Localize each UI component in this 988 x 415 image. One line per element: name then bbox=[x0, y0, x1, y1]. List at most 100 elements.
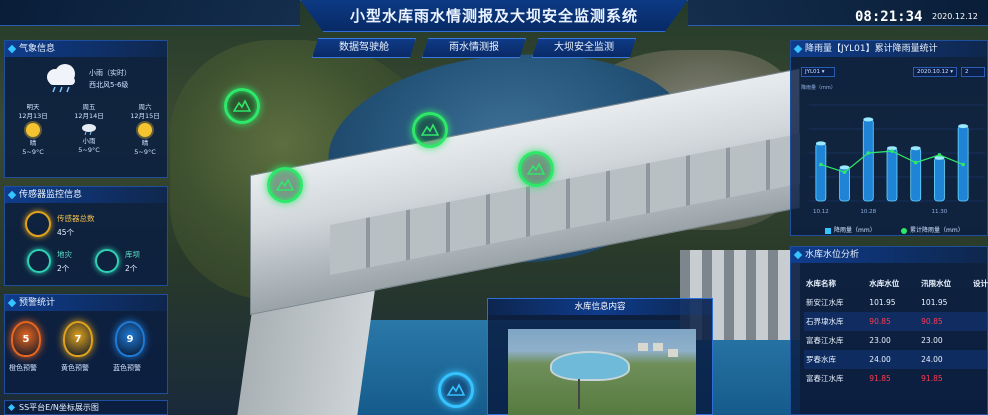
legend-swatch bbox=[825, 227, 831, 234]
cumulative-point[interactable] bbox=[937, 153, 942, 157]
table-row[interactable]: 石界埭水库 90.85 90.85 bbox=[804, 312, 988, 331]
clock-date: 2020.12.12 bbox=[932, 12, 978, 21]
row-limit: 90.85 bbox=[919, 312, 972, 331]
building-shape bbox=[638, 343, 648, 351]
rainfall-bar[interactable] bbox=[886, 147, 898, 202]
weather-now-text: 小雨（实时） 西北风5-6级 bbox=[89, 67, 131, 91]
row-name: 罗春水库 bbox=[804, 350, 868, 369]
cumulative-point[interactable] bbox=[913, 160, 918, 165]
cumulative-point[interactable] bbox=[842, 170, 847, 174]
tab-data-cockpit[interactable]: 数据驾驶舱 bbox=[312, 38, 416, 58]
yellow-alarm-badge[interactable]: 7 bbox=[63, 321, 93, 357]
sensor-panel-title: 传感器监控信息 bbox=[5, 187, 167, 203]
row-design bbox=[971, 350, 988, 369]
row-name: 富春江水库 bbox=[806, 374, 844, 383]
clock-time: 08:21:34 bbox=[855, 9, 923, 25]
row-level: 23.00 bbox=[869, 336, 891, 345]
weather-forecast: 明天 12月13日 晴 5~9°C 周五 12月14日 小雨 5~9°C 周六 … bbox=[9, 103, 169, 157]
row-design bbox=[971, 293, 988, 312]
column-header: 汛限水位 bbox=[921, 279, 952, 288]
cumulative-point[interactable] bbox=[961, 162, 965, 167]
water-level-table: 水库名称 水库水位 汛限水位 设计 新安江水库 101.95 101.95 石界埭水库… bbox=[804, 274, 988, 388]
weather-now-condition: 小雨（实时） bbox=[89, 69, 131, 77]
date-to-select-value: 2 bbox=[965, 69, 969, 75]
poi-marker-blue-icon[interactable] bbox=[438, 372, 474, 408]
cumulative-point[interactable] bbox=[890, 149, 894, 153]
table-header-row: 水库名称 水库水位 汛限水位 设计 bbox=[804, 274, 988, 293]
poi-marker-icon[interactable] bbox=[267, 167, 303, 203]
sensor-item-label: 库坝 bbox=[125, 250, 140, 259]
rainfall-bar-cap bbox=[910, 146, 921, 151]
x-tick-label: 10.28 bbox=[860, 209, 876, 215]
rainfall-bar[interactable] bbox=[815, 143, 827, 202]
x-tick-label: 10.12 bbox=[813, 209, 829, 215]
table-row[interactable]: 富春江水库 23.00 23.00 bbox=[804, 331, 988, 350]
date-select[interactable]: 2020.10.12 ▾ bbox=[913, 67, 957, 77]
forecast-day: 明天 12月13日 晴 5~9°C bbox=[9, 103, 57, 157]
rainfall-bar-cap bbox=[863, 117, 874, 122]
cumulative-point[interactable] bbox=[819, 162, 823, 167]
main-nav: 数据驾驶舱 雨水情测报 大坝安全监测 bbox=[312, 38, 636, 58]
table-row[interactable]: 富春江水库 91.85 91.85 bbox=[804, 369, 988, 388]
table-row[interactable]: 罗春水库 24.00 24.00 bbox=[804, 350, 988, 369]
legend-swatch bbox=[901, 227, 907, 234]
poi-marker-icon[interactable] bbox=[412, 112, 448, 148]
station-select[interactable]: JYL01 ▾ bbox=[801, 67, 835, 77]
rainfall-bar[interactable] bbox=[934, 157, 945, 202]
weather-panel-title: 气象信息 bbox=[5, 41, 167, 57]
row-design bbox=[971, 312, 988, 331]
rainfall-bar[interactable] bbox=[910, 147, 922, 202]
date-to-select[interactable]: 2 bbox=[961, 67, 985, 77]
poi-marker-icon[interactable] bbox=[224, 88, 260, 124]
coords-panel-title[interactable]: SS平台E/N坐标展示图 bbox=[4, 400, 168, 415]
forecast-day-cond: 小雨 bbox=[82, 137, 96, 145]
orange-alarm-badge[interactable]: 5 bbox=[11, 321, 41, 357]
forecast-day-temp: 5~9°C bbox=[134, 148, 156, 156]
alarm-label: 黄色预警 bbox=[61, 364, 89, 372]
reservoir-photo[interactable] bbox=[508, 329, 696, 415]
sensor-total-label: 传感器总数 bbox=[57, 214, 95, 223]
rainfall-bar-cap bbox=[815, 141, 826, 146]
landslide-icon bbox=[27, 249, 51, 273]
legend-item: 累计降雨量（mm） bbox=[901, 225, 964, 234]
cumulative-point[interactable] bbox=[866, 151, 871, 155]
blue-alarm-badge[interactable]: 9 bbox=[115, 321, 145, 357]
forecast-day: 周五 12月14日 小雨 5~9°C bbox=[65, 103, 113, 157]
weather-panel: 气象信息 小雨（实时） 西北风5-6级 明天 12月13日 晴 5~9°C 周五… bbox=[4, 40, 168, 178]
tab-rain-water[interactable]: 雨水情测报 bbox=[422, 38, 526, 58]
row-level: 91.85 bbox=[869, 374, 891, 383]
rainfall-ylabel: 降雨量（mm） bbox=[801, 85, 836, 91]
weather-now-wind: 西北风5-6级 bbox=[89, 81, 129, 89]
sensor-panel: 传感器监控信息 传感器总数 45个 地灾 2个 库坝 2个 bbox=[4, 186, 168, 286]
sensor-item-label: 地灾 bbox=[57, 250, 72, 259]
sensor-total-count: 45个 bbox=[57, 228, 75, 237]
legend-item: 降雨量（mm） bbox=[825, 225, 876, 234]
row-limit: 24.00 bbox=[919, 350, 972, 369]
forecast-day-temp: 5~9°C bbox=[78, 146, 100, 154]
row-limit: 101.95 bbox=[921, 298, 948, 307]
table-row[interactable]: 新安江水库 101.95 101.95 bbox=[804, 293, 988, 312]
station-select-value: JYL01 bbox=[805, 69, 821, 75]
alarm-count: 9 bbox=[126, 333, 134, 345]
poi-marker-icon[interactable] bbox=[518, 151, 554, 187]
forecast-day-cond: 晴 bbox=[141, 139, 149, 147]
x-tick-label: 11.30 bbox=[932, 209, 948, 215]
alarm-panel-title: 预警统计 bbox=[5, 295, 167, 311]
forecast-day: 周六 12月15日 晴 5~9°C bbox=[121, 103, 169, 157]
tower-shape bbox=[578, 379, 580, 409]
page-title: 小型水库雨水情测报及大坝安全监测系统 bbox=[349, 7, 638, 25]
date-select-value: 2020.10.12 bbox=[917, 69, 949, 75]
forecast-day-name: 周六 bbox=[138, 103, 152, 111]
header-left-bar bbox=[0, 0, 300, 26]
reservoir-info-title: 水库信息内容 bbox=[488, 299, 712, 315]
row-level: 101.95 bbox=[869, 298, 896, 307]
column-header: 水库水位 bbox=[869, 279, 900, 288]
rainfall-chart: 10.12 10.28 11.30 bbox=[809, 104, 985, 215]
sun-icon bbox=[26, 123, 40, 137]
sensor-item-count: 2个 bbox=[125, 264, 138, 273]
alarm-count: 7 bbox=[74, 333, 82, 345]
rainfall-bar[interactable] bbox=[862, 118, 874, 202]
row-design bbox=[971, 369, 988, 388]
tab-dam-safety[interactable]: 大坝安全监测 bbox=[532, 38, 636, 58]
legend-label: 降雨量（mm） bbox=[834, 227, 876, 234]
